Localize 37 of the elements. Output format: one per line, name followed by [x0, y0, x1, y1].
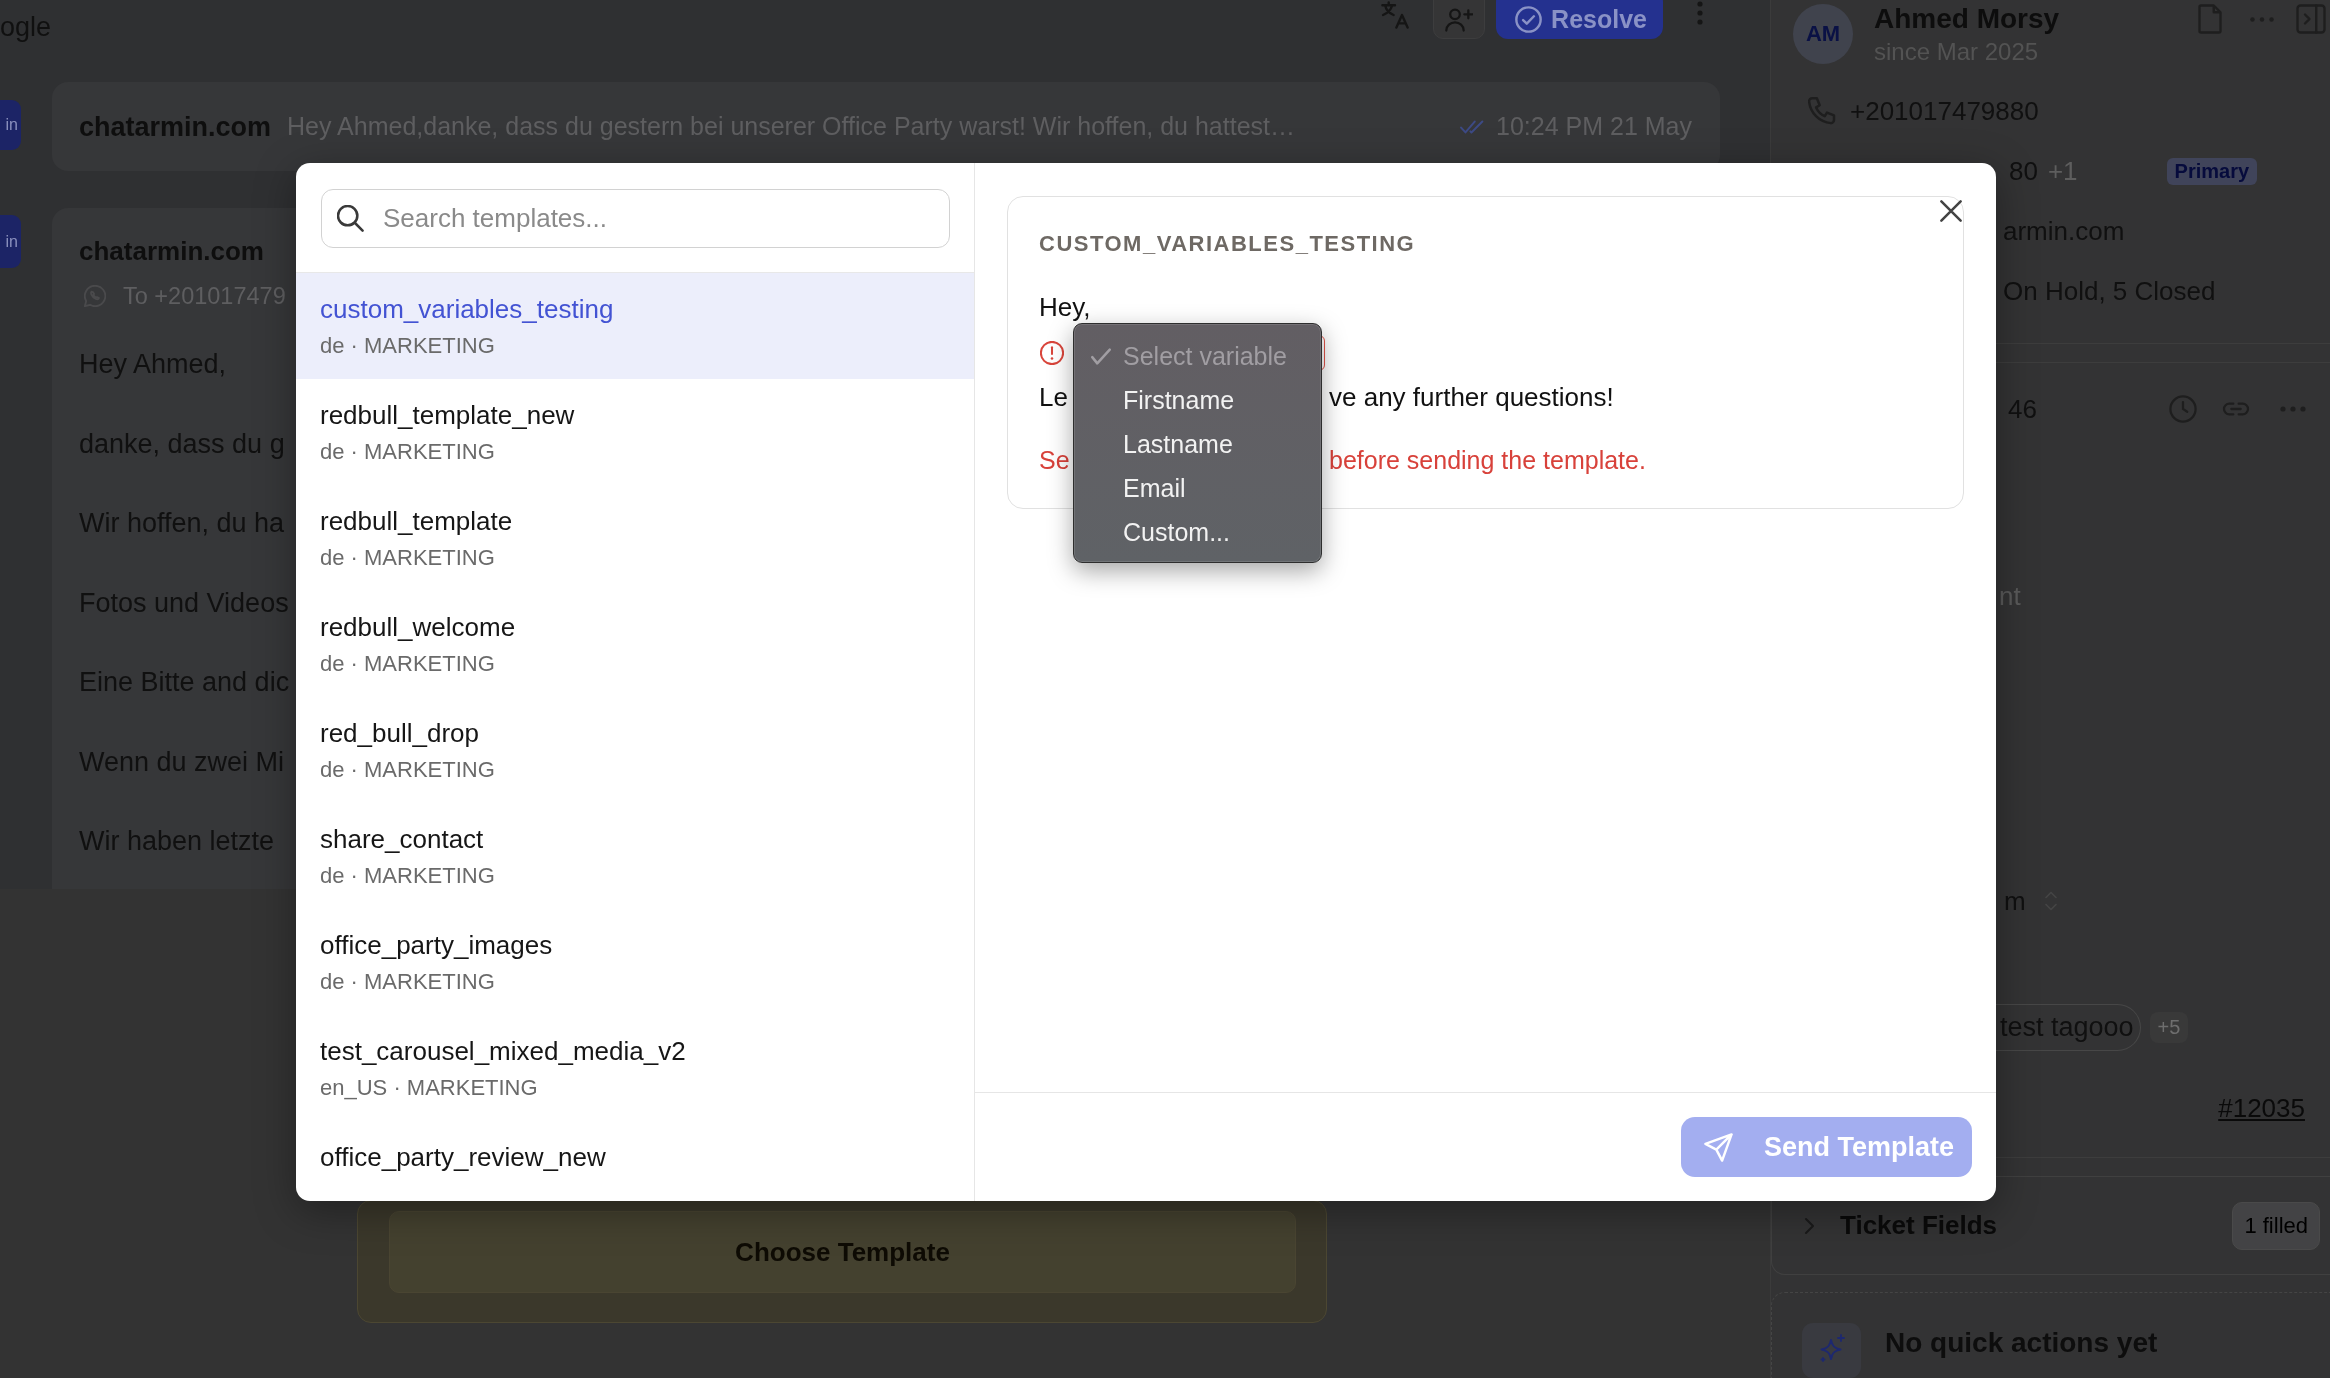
- template-list-item[interactable]: office_party_review_new: [296, 1121, 974, 1191]
- agent-badge: in: [0, 215, 21, 268]
- warning-icon: [1040, 341, 1064, 365]
- template-list-item[interactable]: red_bull_drop de · MARKETING: [296, 697, 974, 803]
- menu-option[interactable]: Custom...: [1074, 510, 1321, 554]
- template-list-item[interactable]: test_carousel_mixed_media_v2 en_US · MARKETING: [296, 1015, 974, 1121]
- template-text: Hey,: [1039, 292, 1091, 322]
- primary-badge: Primary: [2166, 157, 2258, 185]
- template-text: Le: [1039, 381, 1068, 414]
- template-list-item[interactable]: redbull_template de · MARKETING: [296, 485, 974, 591]
- template-list-item[interactable]: redbull_template_new de · MARKETING: [296, 379, 974, 485]
- check-circle-icon: [1515, 6, 1543, 33]
- close-icon: [1940, 200, 1962, 222]
- template-list-item[interactable]: share_contact de · MARKETING: [296, 803, 974, 909]
- translate-icon[interactable]: [1380, 1, 1411, 29]
- error-message: before sending the template.: [1329, 445, 1646, 476]
- template-list-item[interactable]: custom_variables_testing de · MARKETING: [296, 273, 974, 379]
- template-list-item[interactable]: office_party_images de · MARKETING: [296, 909, 974, 1015]
- menu-option[interactable]: Email: [1074, 466, 1321, 510]
- menu-option[interactable]: Lastname: [1074, 422, 1321, 466]
- send-icon: [1703, 1132, 1733, 1162]
- user-plus-icon: [1445, 7, 1474, 32]
- double-check-icon: [1460, 119, 1485, 134]
- error-message: Se: [1039, 445, 1070, 476]
- close-button[interactable]: [1940, 200, 1962, 222]
- template-list-item[interactable]: redbull_welcome de · MARKETING: [296, 591, 974, 697]
- add-user-button[interactable]: [1433, 0, 1486, 39]
- template-title: CUSTOM_VARIABLES_TESTING: [1039, 230, 1416, 258]
- menu-option[interactable]: Firstname: [1074, 378, 1321, 422]
- search-field[interactable]: Search templates...: [321, 189, 950, 248]
- resolve-button[interactable]: Resolve: [1496, 0, 1663, 39]
- check-icon: [1091, 347, 1111, 365]
- search-icon: [337, 205, 364, 232]
- agent-badge: in: [0, 100, 21, 150]
- more-icon[interactable]: [1696, 0, 1704, 26]
- filled-count-badge: 1 filled: [2232, 1201, 2320, 1250]
- template-text: ve any further questions!: [1329, 381, 1614, 414]
